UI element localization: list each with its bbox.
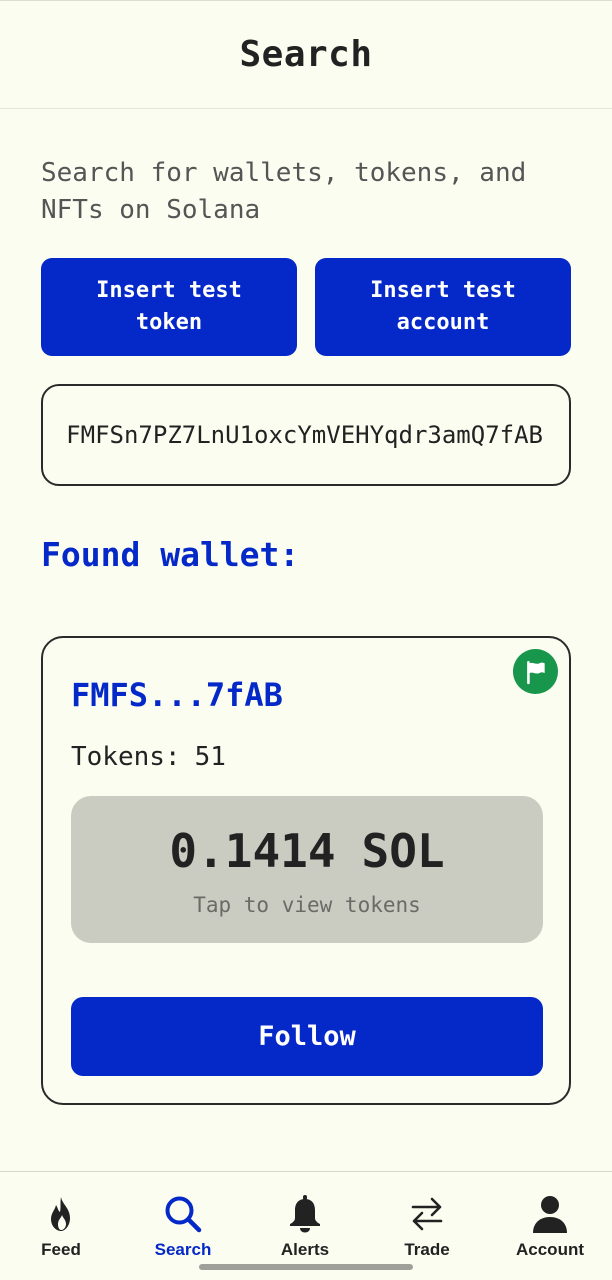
search-description: Search for wallets, tokens, and NFTs on …	[41, 158, 527, 225]
swap-icon	[407, 1194, 447, 1234]
search-input[interactable]	[43, 421, 543, 449]
tab-account[interactable]: Account	[488, 1172, 612, 1260]
insert-test-token-button[interactable]: Insert test token	[41, 258, 297, 356]
bell-icon	[285, 1194, 325, 1234]
tab-alerts-label: Alerts	[280, 1240, 330, 1259]
wallet-address[interactable]: FMFS...7fAB	[71, 676, 283, 714]
flag-icon	[526, 660, 545, 684]
page-title: Search	[239, 34, 373, 75]
tab-account-label: Account	[516, 1240, 584, 1259]
balance-value: 0.1414 SOL	[169, 823, 444, 879]
tab-feed-label: Feed	[41, 1240, 81, 1259]
balance-unit: SOL	[361, 823, 445, 878]
tab-feed[interactable]: Feed	[0, 1172, 122, 1260]
search-field-container[interactable]	[41, 384, 571, 486]
balance-box[interactable]: 0.1414 SOL Tap to view tokens	[71, 796, 543, 943]
follow-button[interactable]: Follow	[71, 997, 543, 1076]
search-icon	[163, 1194, 203, 1234]
tab-search[interactable]: Search	[122, 1172, 244, 1260]
found-wallet-heading: Found wallet:	[41, 535, 300, 574]
balance-hint: Tap to view tokens	[193, 892, 421, 917]
app-screen: Search Search for wallets, tokens, and N…	[0, 0, 612, 1280]
top-header: Search	[0, 0, 612, 109]
tab-search-label: Search	[154, 1240, 212, 1259]
wallet-card: FMFS...7fAB Tokens: 51 0.1414 SOL Tap to…	[41, 636, 571, 1105]
token-count: Tokens: 51	[71, 742, 226, 772]
balance-amount: 0.1414	[169, 823, 336, 878]
tokens-value: 51	[194, 742, 226, 772]
tokens-label: Tokens:	[71, 742, 181, 772]
home-indicator[interactable]	[199, 1264, 413, 1270]
test-button-row: Insert test token Insert test account	[41, 258, 571, 356]
insert-test-account-button[interactable]: Insert test account	[315, 258, 571, 356]
person-icon	[530, 1194, 570, 1234]
flag-badge[interactable]	[513, 649, 558, 694]
tab-alerts[interactable]: Alerts	[244, 1172, 366, 1260]
tab-trade[interactable]: Trade	[366, 1172, 488, 1260]
flame-icon	[41, 1194, 81, 1234]
tab-trade-label: Trade	[404, 1240, 450, 1259]
